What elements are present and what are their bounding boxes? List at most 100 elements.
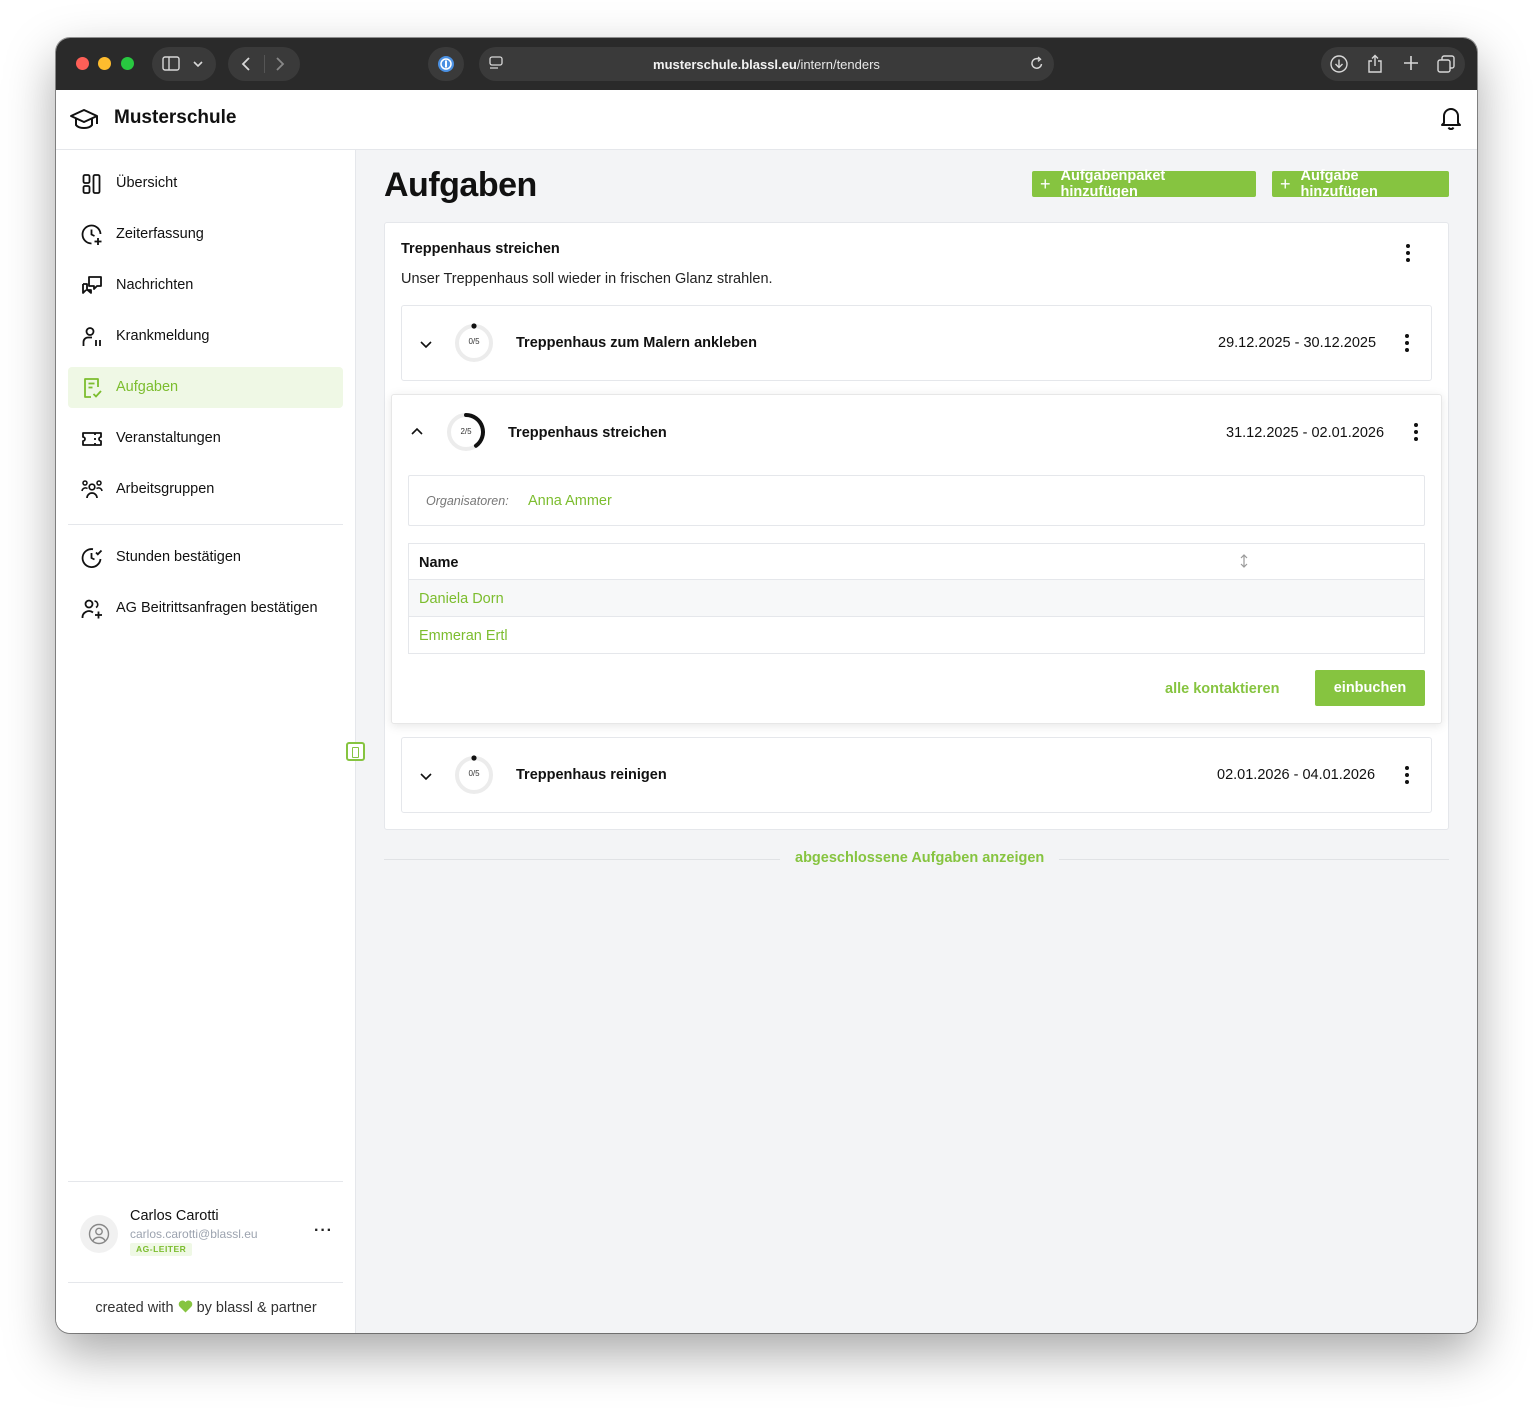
progress-start-dot xyxy=(471,755,477,761)
app-header: Musterschule xyxy=(56,90,1477,150)
user-name: Carlos Carotti xyxy=(130,1208,219,1224)
task-row[interactable]: 0/5 Treppenhaus reinigen 02.01.2026 - 04… xyxy=(401,737,1432,813)
sidebar-item-label: Stunden bestätigen xyxy=(116,549,241,565)
sidebar-item-uebersicht[interactable]: Übersicht xyxy=(68,163,343,204)
task-name: Treppenhaus reinigen xyxy=(516,767,667,783)
person-sick-icon xyxy=(80,325,104,349)
chevron-down-icon[interactable] xyxy=(418,768,434,784)
sidebar-item-label: Veranstaltungen xyxy=(116,430,221,446)
chevron-down-icon xyxy=(193,57,203,71)
footer-credit: created with by blassl & partner xyxy=(56,1300,356,1316)
sidebar-item-krankmeldung[interactable]: Krankmeldung xyxy=(68,316,343,357)
add-task-label: Aufgabe hinzufügen xyxy=(1300,168,1378,200)
add-task-button[interactable]: + Aufgabe hinzufügen xyxy=(1272,168,1449,200)
chevron-up-icon[interactable] xyxy=(409,424,425,440)
tab-overview-icon[interactable] xyxy=(1437,55,1455,78)
browser-actions xyxy=(1321,47,1465,81)
group-icon xyxy=(80,478,104,502)
task-more-icon[interactable] xyxy=(1406,422,1426,442)
task-row-expanded: 2/5 Treppenhaus streichen 31.12.2025 - 0… xyxy=(391,394,1442,724)
sidebar-item-aufgaben[interactable]: Aufgaben xyxy=(68,367,343,408)
plus-icon: + xyxy=(1040,174,1051,194)
clock-plus-icon xyxy=(80,223,104,247)
sidebar-item-stunden-bestaetigen[interactable]: Stunden bestätigen xyxy=(68,537,343,578)
task-more-icon[interactable] xyxy=(1397,765,1417,785)
sidebar-toggle-pill[interactable] xyxy=(152,47,216,81)
organizers-box: Organisatoren: Anna Ammer xyxy=(408,475,1425,526)
new-tab-icon[interactable] xyxy=(1403,55,1419,76)
chevron-down-icon[interactable] xyxy=(418,336,434,352)
task-row[interactable]: 0/5 Treppenhaus zum Malern ankleben 29.1… xyxy=(401,305,1432,381)
role-badge: AG-LEITER xyxy=(130,1243,193,1256)
footer-suffix: by blassl & partner xyxy=(196,1300,317,1316)
book-button[interactable]: einbuchen xyxy=(1315,670,1425,706)
sidebar-item-ag-beitrittsanfragen[interactable]: AG Beitrittsanfragen bestätigen xyxy=(68,588,343,629)
notification-bell-icon[interactable] xyxy=(1439,105,1463,131)
avatar[interactable] xyxy=(80,1215,118,1253)
brand-name[interactable]: Musterschule xyxy=(114,107,236,129)
main-content: Aufgaben + Aufgabenpaket hinzufügen + Au… xyxy=(356,150,1477,1333)
task-more-icon[interactable] xyxy=(1397,333,1417,353)
sort-icon[interactable] xyxy=(1239,553,1249,572)
reload-icon[interactable] xyxy=(1030,56,1044,74)
table-row: Emmeran Ertl xyxy=(409,617,1424,654)
page-title: Aufgaben xyxy=(384,166,537,204)
sidebar-item-label: Krankmeldung xyxy=(116,328,210,344)
minimize-window-button[interactable] xyxy=(98,57,111,70)
heart-icon xyxy=(178,1300,197,1316)
close-window-button[interactable] xyxy=(76,57,89,70)
chat-bubbles-icon xyxy=(80,274,104,298)
participant-link[interactable]: Daniela Dorn xyxy=(419,591,504,607)
download-icon[interactable] xyxy=(1330,55,1348,78)
package-description: Unser Treppenhaus soll wieder in frische… xyxy=(401,271,773,287)
package-more-icon[interactable] xyxy=(1398,243,1418,263)
sidebar-item-zeiterfassung[interactable]: Zeiterfassung xyxy=(68,214,343,255)
ticket-icon xyxy=(80,427,104,451)
participant-link[interactable]: Emmeran Ertl xyxy=(419,628,508,644)
sidebar-item-label: Zeiterfassung xyxy=(116,226,204,242)
password-manager-button[interactable] xyxy=(428,47,464,81)
dashboard-icon xyxy=(80,172,104,196)
password-manager-icon xyxy=(437,55,455,73)
forward-arrow-icon[interactable] xyxy=(274,56,286,72)
sidebar-item-arbeitsgruppen[interactable]: Arbeitsgruppen xyxy=(68,469,343,510)
sidebar-item-label: Aufgaben xyxy=(116,379,179,395)
plus-icon: + xyxy=(1280,174,1291,194)
zoom-window-button[interactable] xyxy=(121,57,134,70)
sidebar-item-nachrichten[interactable]: Nachrichten xyxy=(68,265,343,306)
organizers-label: Organisatoren: xyxy=(426,494,509,508)
progress-start-dot xyxy=(471,323,477,329)
task-list-icon xyxy=(80,376,104,400)
sidebar-item-label: Übersicht xyxy=(116,175,178,191)
collapse-sidebar-button[interactable] xyxy=(346,742,365,761)
column-header-name[interactable]: Name xyxy=(419,555,459,571)
sidebar-icon xyxy=(162,56,180,71)
url-path: /intern/tenders xyxy=(796,56,880,72)
sidebar-divider xyxy=(68,1181,343,1182)
organizer-link[interactable]: Anna Ammer xyxy=(528,493,612,509)
contact-all-button[interactable]: alle kontaktieren xyxy=(1165,681,1279,697)
table-header: Name xyxy=(409,544,1424,580)
share-icon[interactable] xyxy=(1367,54,1383,79)
task-dates: 29.12.2025 - 30.12.2025 xyxy=(1218,335,1377,351)
user-email: carlos.carotti@blassl.eu xyxy=(130,1227,258,1241)
progress-label: 0/5 xyxy=(468,769,480,778)
address-bar[interactable]: musterschule.blassl.eu/intern/tenders xyxy=(479,47,1054,81)
sidebar-item-label: Nachrichten xyxy=(116,277,194,293)
back-arrow-icon[interactable] xyxy=(240,56,252,72)
show-completed-tasks-link[interactable]: abgeschlossene Aufgaben anzeigen xyxy=(780,850,1060,866)
browser-titlebar: musterschule.blassl.eu/intern/tenders xyxy=(56,38,1477,90)
task-name: Treppenhaus zum Malern ankleben xyxy=(516,335,757,351)
table-row: Daniela Dorn xyxy=(409,580,1424,617)
footer-prefix: created with xyxy=(95,1300,174,1316)
sidebar: Übersicht Zeiterfassung Nachrichten Kran… xyxy=(56,150,356,1333)
sidebar-item-veranstaltungen[interactable]: Veranstaltungen xyxy=(68,418,343,459)
browser-window: musterschule.blassl.eu/intern/tenders Mu… xyxy=(56,38,1477,1333)
task-package-card: Treppenhaus streichen Unser Treppenhaus … xyxy=(384,222,1449,830)
clock-check-icon xyxy=(80,546,104,570)
add-task-package-button[interactable]: + Aufgabenpaket hinzufügen xyxy=(1032,168,1256,200)
task-name: Treppenhaus streichen xyxy=(508,425,667,441)
user-menu-button[interactable]: ··· xyxy=(314,1222,333,1240)
sidebar-item-label: Arbeitsgruppen xyxy=(116,481,215,497)
page-settings-icon[interactable] xyxy=(489,56,503,73)
